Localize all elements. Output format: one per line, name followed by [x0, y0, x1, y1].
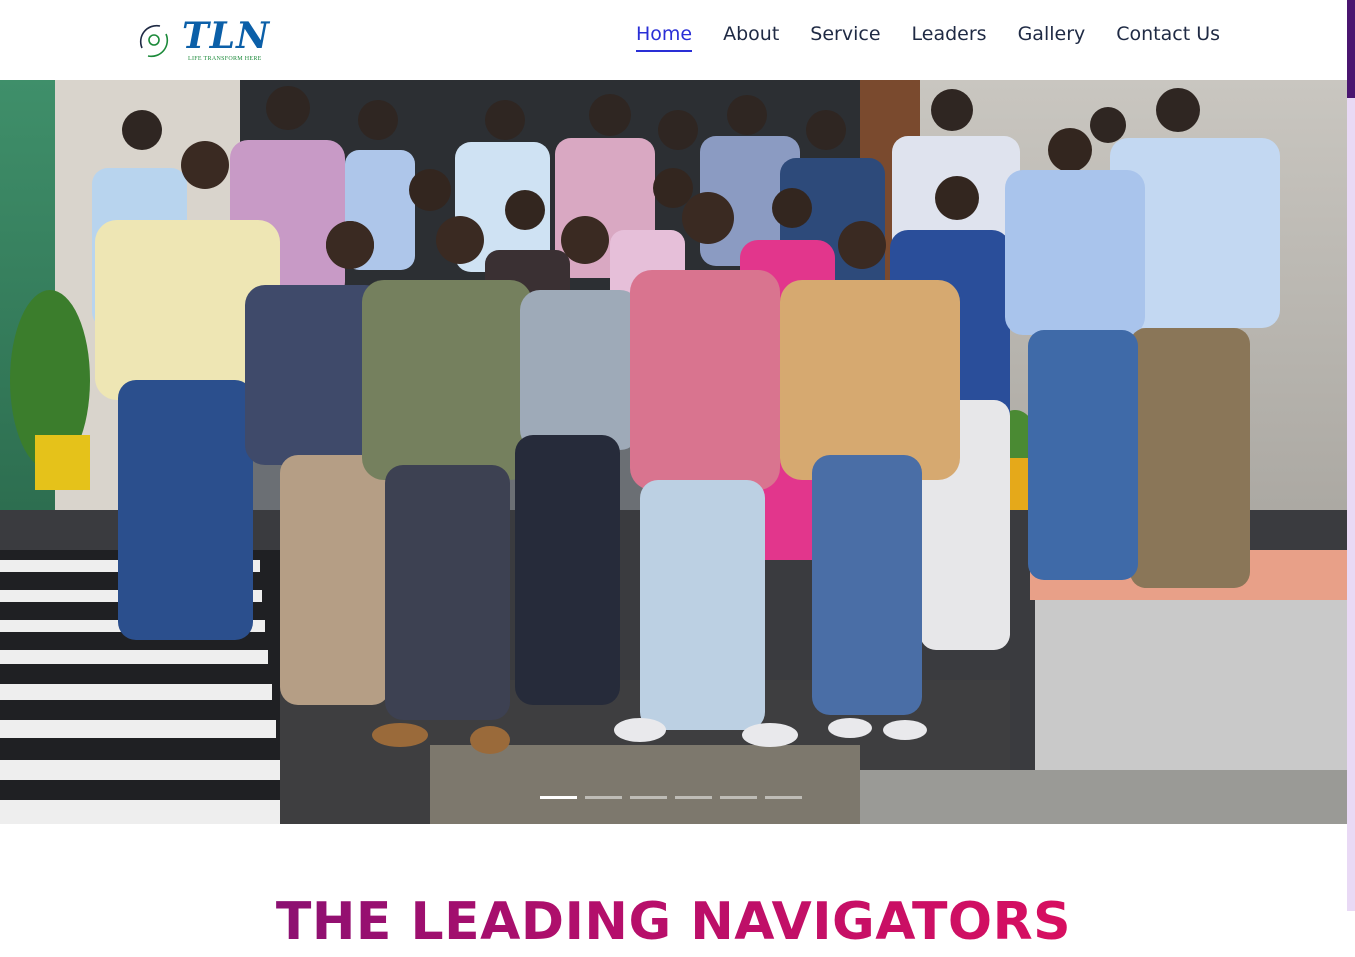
site-header: TLN LIFE TRANSFORM HERE Home About Servi…: [0, 0, 1347, 80]
logo-swirl-icon: [139, 24, 169, 58]
carousel-indicator-4[interactable]: [675, 796, 712, 799]
logo-text: TLN: [182, 15, 271, 57]
scrollbar-thumb[interactable]: [1347, 0, 1355, 98]
logo-tagline: LIFE TRANSFORM HERE: [188, 56, 262, 62]
site-logo[interactable]: TLN LIFE TRANSFORM HERE: [134, 14, 269, 66]
main-nav: Home About Service Leaders Gallery Conta…: [636, 20, 1220, 52]
nav-service[interactable]: Service: [810, 20, 880, 52]
nav-home[interactable]: Home: [636, 20, 693, 52]
hero-group-photo: [0, 80, 1347, 824]
nav-about[interactable]: About: [723, 20, 779, 52]
nav-leaders[interactable]: Leaders: [912, 20, 987, 52]
carousel-indicator-6[interactable]: [765, 796, 802, 799]
carousel-indicator-2[interactable]: [585, 796, 622, 799]
carousel-indicator-3[interactable]: [630, 796, 667, 799]
carousel-indicator-1[interactable]: [540, 796, 577, 799]
carousel-indicator-5[interactable]: [720, 796, 757, 799]
carousel-indicators: [540, 796, 802, 799]
nav-contact-us[interactable]: Contact Us: [1116, 20, 1220, 52]
nav-gallery[interactable]: Gallery: [1018, 20, 1086, 52]
hero-carousel[interactable]: [0, 80, 1347, 824]
page-scrollbar[interactable]: [1347, 0, 1355, 911]
page-title: THE LEADING NAVIGATORS: [0, 887, 1347, 957]
